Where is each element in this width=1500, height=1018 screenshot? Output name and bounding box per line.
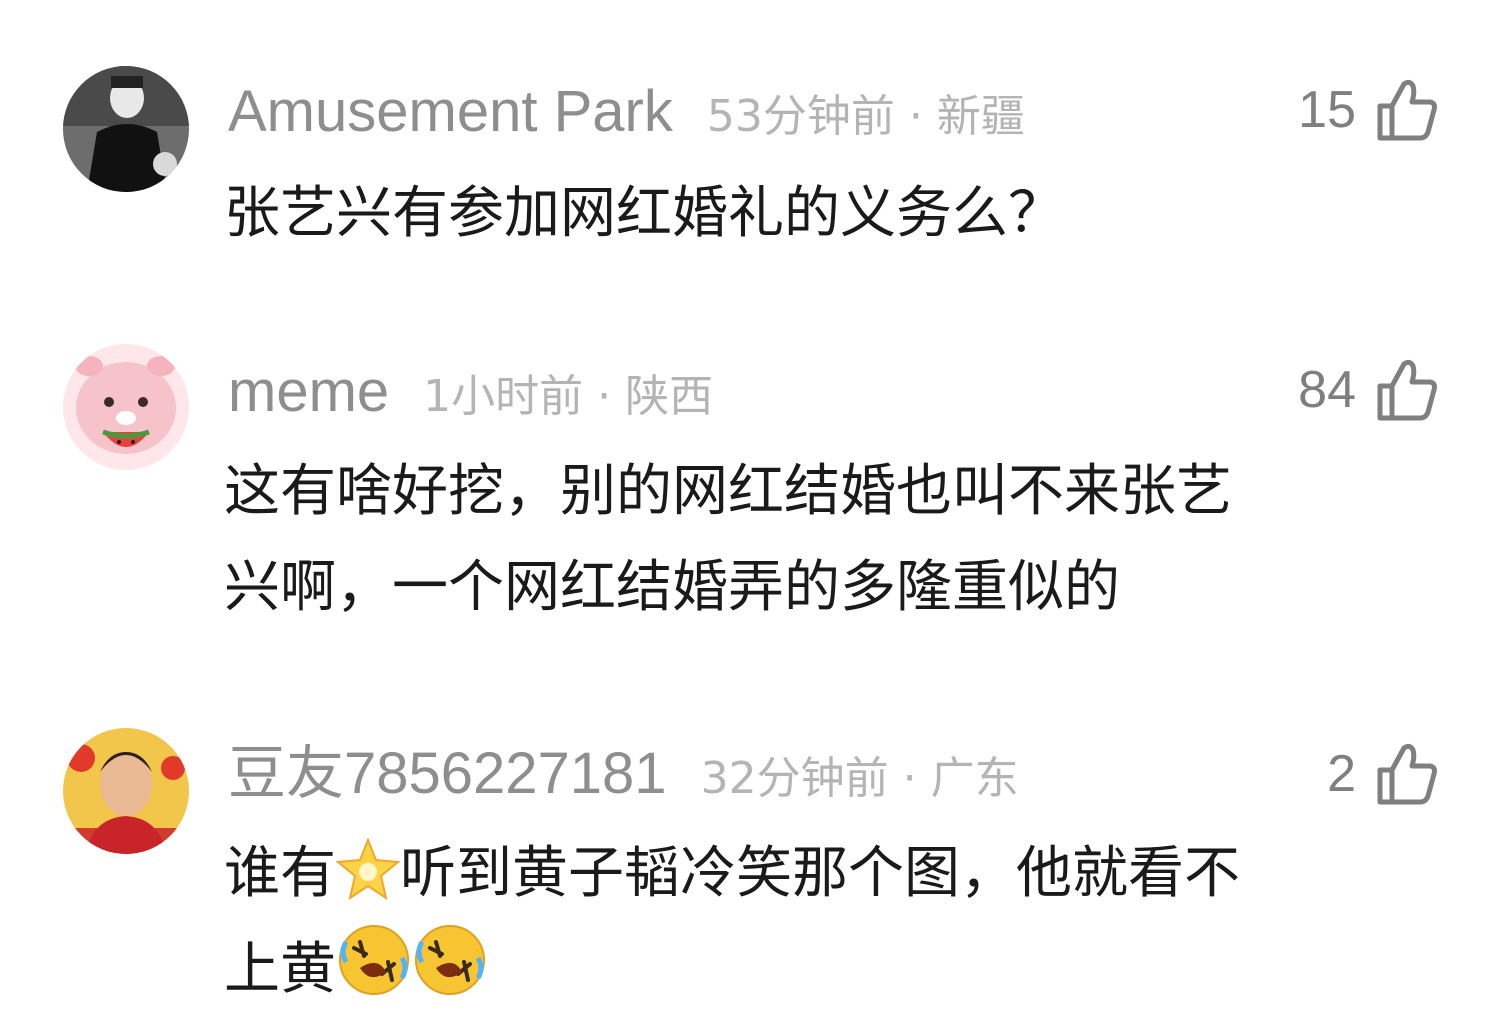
laughing-emoji-icon	[415, 925, 485, 995]
star-emoji-icon	[336, 838, 400, 901]
comment-text: 谁有 听到黄子韬冷笑那个图，他就看不 上黄	[224, 826, 1484, 1018]
like-count: 2	[1327, 745, 1356, 803]
comment-meta: 豆友7856227181 32分钟前 · 广东	[228, 742, 1019, 806]
laughing-emoji-icon	[339, 925, 409, 995]
avatar[interactable]	[63, 728, 189, 854]
comment-line: 上黄	[224, 922, 1484, 1018]
thumbs-up-icon	[1377, 743, 1437, 805]
username[interactable]: 豆友7856227181	[228, 742, 667, 806]
comment-line: 谁有 听到黄子韬冷笑那个图，他就看不	[224, 826, 1484, 922]
like-button[interactable]: 2	[1327, 738, 1438, 810]
comment-item: 豆友7856227181 32分钟前 · 广东 2 谁有 听到黄子韬冷笑那个图，…	[0, 0, 1500, 1007]
timestamp: 32分钟前 · 广东	[700, 753, 1019, 804]
location: 广东	[930, 753, 1019, 804]
